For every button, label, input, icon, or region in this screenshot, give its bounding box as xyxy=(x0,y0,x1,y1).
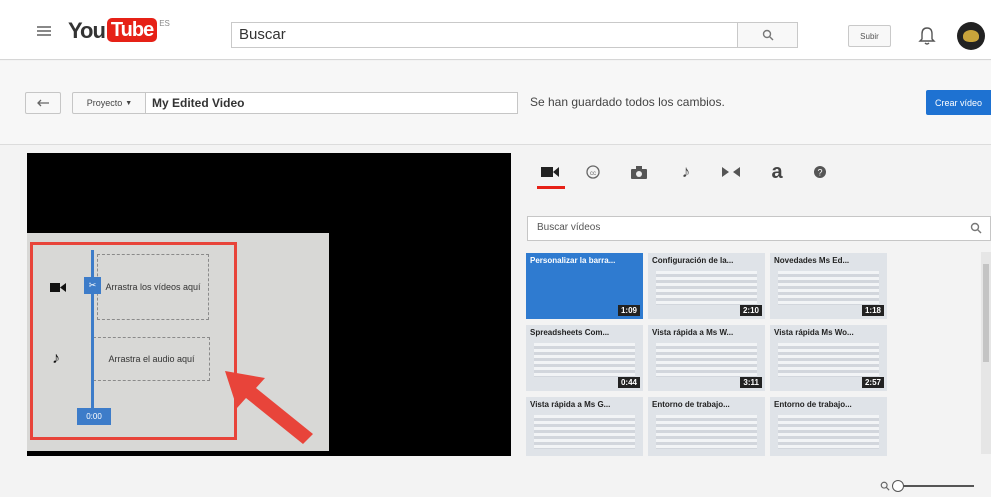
video-title: Spreadsheets Com... xyxy=(530,328,610,337)
project-menu-button[interactable]: Proyecto ▼ xyxy=(72,92,147,114)
camera-icon[interactable] xyxy=(626,160,652,184)
video-thumbnail[interactable]: Configuración de la... 2:10 xyxy=(648,253,765,319)
annotation-highlight-box xyxy=(30,242,237,440)
zoom-control[interactable] xyxy=(880,478,991,494)
video-thumbnail[interactable]: Spreadsheets Com... 0:44 xyxy=(526,325,643,391)
bell-icon[interactable] xyxy=(918,26,936,46)
scrollbar-thumb[interactable] xyxy=(983,264,989,362)
video-duration: 2:10 xyxy=(739,305,762,316)
project-bar: Proyecto ▼ My Edited Video Se han guarda… xyxy=(0,61,991,145)
thumbnail-image xyxy=(534,415,635,449)
help-icon[interactable]: ? xyxy=(807,160,833,184)
menu-icon[interactable] xyxy=(37,26,51,36)
thumbnail-image xyxy=(656,415,757,449)
video-duration: 1:09 xyxy=(617,305,640,316)
search-input[interactable]: Buscar xyxy=(231,22,738,48)
logo-tube: Tube xyxy=(106,18,158,42)
video-title: Vista rápida a Ms G... xyxy=(530,400,611,409)
video-duration: 2:57 xyxy=(861,377,884,388)
video-thumbnail[interactable]: Vista rápida a Ms W... 3:11 xyxy=(648,325,765,391)
thumbnail-image xyxy=(778,271,879,305)
search-videos-input[interactable]: Buscar vídeos xyxy=(527,216,991,241)
video-title: Entorno de trabajo... xyxy=(652,400,730,409)
svg-text:cc: cc xyxy=(590,171,596,177)
create-video-button[interactable]: Crear vídeo xyxy=(926,90,991,115)
zoom-slider-knob[interactable] xyxy=(892,480,904,492)
svg-text:?: ? xyxy=(817,168,822,178)
thumbnail-image xyxy=(778,343,879,377)
thumbnail-image xyxy=(534,343,635,377)
youtube-logo[interactable]: You Tube ES xyxy=(68,18,170,44)
upload-button[interactable]: Subir xyxy=(848,25,891,47)
video-duration: 0:44 xyxy=(617,377,640,388)
search-icon[interactable] xyxy=(970,222,982,234)
video-thumbnail[interactable]: Personalizar la barra... 1:09 xyxy=(526,253,643,319)
text-icon[interactable]: a xyxy=(764,160,790,184)
thumbnail-image xyxy=(656,343,757,377)
thumbnail-image xyxy=(778,415,879,449)
music-note-icon[interactable]: ♪ xyxy=(673,160,699,184)
video-title: Vista rápida Ms Wo... xyxy=(774,328,854,337)
search-button[interactable] xyxy=(738,22,798,48)
video-title: Personalizar la barra... xyxy=(530,256,616,265)
video-duration: 3:11 xyxy=(740,377,762,388)
video-title: Vista rápida a Ms W... xyxy=(652,328,734,337)
zoom-slider[interactable] xyxy=(892,480,974,492)
active-tab-indicator xyxy=(537,186,565,189)
bottom-area xyxy=(0,456,991,497)
top-bar: You Tube ES Buscar Subir xyxy=(0,0,991,60)
media-tabs: cc ♪ a ? xyxy=(525,155,991,191)
video-grid: Personalizar la barra... 1:09 Configurac… xyxy=(524,250,979,463)
video-title: Entorno de trabajo... xyxy=(774,400,852,409)
video-thumbnail[interactable]: Vista rápida a Ms G... xyxy=(526,397,643,463)
video-thumbnail[interactable]: Entorno de trabajo... xyxy=(648,397,765,463)
video-duration: 1:18 xyxy=(861,305,884,316)
annotation-arrow xyxy=(225,371,313,444)
back-button[interactable] xyxy=(25,92,61,114)
creative-commons-icon[interactable]: cc xyxy=(580,160,606,184)
project-menu-label: Proyecto xyxy=(86,98,123,108)
save-status: Se han guardado todos los cambios. xyxy=(530,95,725,109)
logo-you: You xyxy=(68,18,106,43)
avatar[interactable] xyxy=(957,22,985,50)
thumbnail-image xyxy=(656,271,757,305)
video-thumbnail[interactable]: Novedades Ms Ed... 1:18 xyxy=(770,253,887,319)
project-title-input[interactable]: My Edited Video xyxy=(145,92,518,114)
video-title: Novedades Ms Ed... xyxy=(774,256,850,265)
video-camera-icon[interactable] xyxy=(537,160,563,184)
video-thumbnail[interactable]: Entorno de trabajo... xyxy=(770,397,887,463)
zoom-icon xyxy=(880,481,890,491)
search-icon xyxy=(762,29,773,41)
video-thumbnail[interactable]: Vista rápida Ms Wo... 2:57 xyxy=(770,325,887,391)
video-title: Configuración de la... xyxy=(652,256,734,265)
chevron-down-icon: ▼ xyxy=(125,99,133,107)
back-arrow-icon xyxy=(37,99,49,107)
logo-region: ES xyxy=(159,19,170,28)
transition-icon[interactable] xyxy=(718,160,744,184)
